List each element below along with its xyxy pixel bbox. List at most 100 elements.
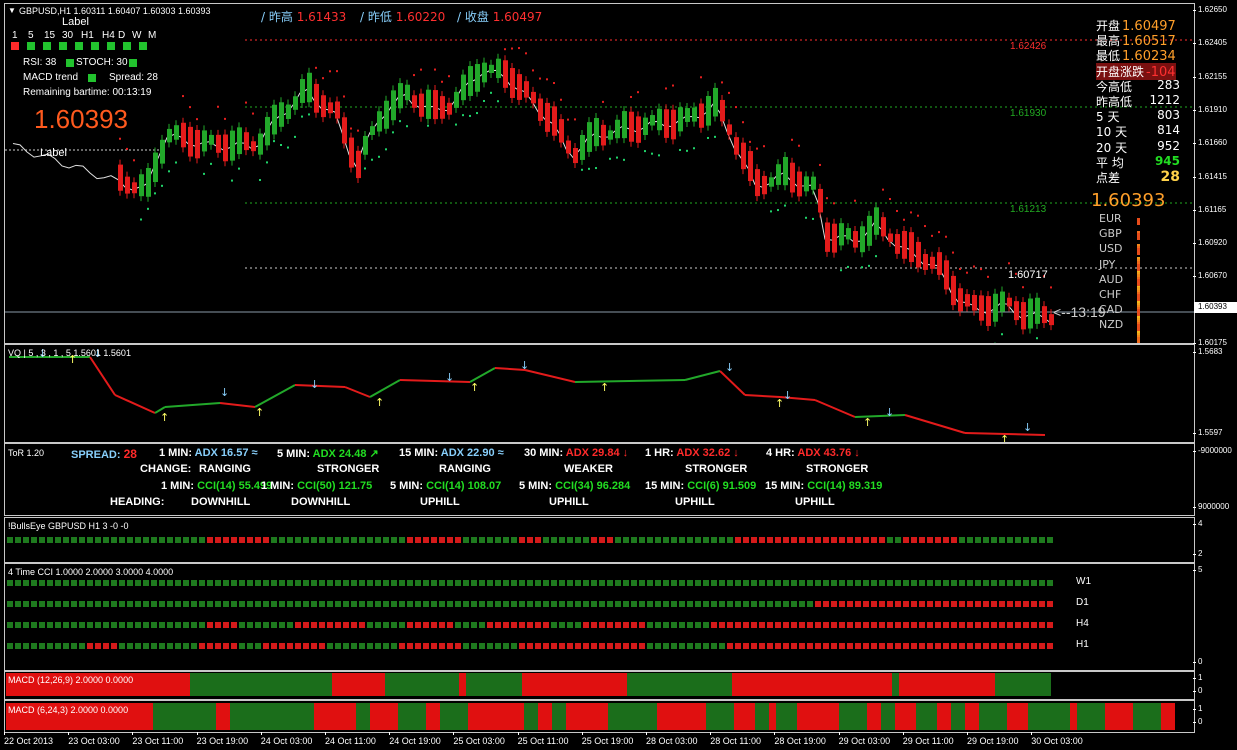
signal-dot xyxy=(895,601,901,607)
signal-dot xyxy=(943,643,949,649)
symbol-header: GBPUSD,H1 1.60311 1.60407 1.60303 1.6039… xyxy=(19,6,211,16)
info-row-label: 开盘涨跌 xyxy=(1096,64,1145,79)
candle-body xyxy=(300,79,305,103)
time-axis-label: 22 Oct 2013 xyxy=(4,732,54,746)
signal-dot xyxy=(23,580,29,586)
signal-dot xyxy=(311,601,317,607)
four-time-cci-pane[interactable]: 4 Time CCI 1.0000 2.0000 3.0000 4.0000 W… xyxy=(4,563,1195,671)
signal-dot xyxy=(127,622,133,628)
signal-dot xyxy=(71,601,77,607)
vq-indicator-pane[interactable]: ↓ ↑ ↓ ↑ ↓ ↑ ↓ ↑ ↓ ↑ ↓ ↑ ↓ ↑ ↓ ↑ ↓ ↑ ↓ VQ | 5 , 3 , 1 , 5 1… xyxy=(4,344,1195,443)
bullseye-axis[interactable]: 4 2 xyxy=(1192,517,1237,563)
sar-dot xyxy=(259,179,261,182)
info-row-label: 最低 xyxy=(1096,49,1121,64)
signal-dot xyxy=(215,601,221,607)
signal-dot xyxy=(735,643,741,649)
timeframe-label-15[interactable]: 15 xyxy=(44,30,55,41)
cci4-axis[interactable]: 5 0 xyxy=(1192,563,1237,671)
yesterday-close-label: / 收盘 xyxy=(457,10,489,24)
candle-body xyxy=(846,228,851,240)
signal-dot xyxy=(927,622,933,628)
signal-dot xyxy=(351,643,357,649)
timeframe-label-d[interactable]: D xyxy=(118,30,125,41)
main-price-chart[interactable]: ▼ GBPUSD,H1 1.60311 1.60407 1.60303 1.60… xyxy=(4,3,1195,344)
signal-dot xyxy=(663,580,669,586)
sar-dot xyxy=(868,264,870,267)
timeframe-label-1[interactable]: 1 xyxy=(12,30,18,41)
signal-dot xyxy=(159,643,165,649)
timeframe-label-w[interactable]: W xyxy=(132,30,141,41)
signal-dot xyxy=(439,601,445,607)
signal-dot xyxy=(687,622,693,628)
currency-code: USD xyxy=(1099,242,1123,256)
signal-dot xyxy=(367,622,373,628)
macd-12-26-9-pane[interactable]: MACD (12,26,9) 2.0000 0.0000 xyxy=(4,671,1195,700)
adx-cell: 1 HR: ADX 32.62 ↓ xyxy=(645,447,739,459)
signal-dot xyxy=(359,537,365,543)
signal-dot xyxy=(463,537,469,543)
signal-dot xyxy=(559,537,565,543)
signal-dot xyxy=(711,601,717,607)
candle-body xyxy=(594,117,599,147)
info-row-label: 平 均 xyxy=(1096,155,1124,170)
vq-arrow-icon: ↑ xyxy=(470,381,479,394)
candle-body xyxy=(496,58,501,79)
adx-change: RANGING xyxy=(439,463,491,475)
signal-dot xyxy=(591,601,597,607)
signal-dot xyxy=(975,622,981,628)
signal-dot xyxy=(191,580,197,586)
candle-body xyxy=(279,102,284,127)
signal-dot xyxy=(199,622,205,628)
signal-dot xyxy=(895,537,901,543)
candle-body xyxy=(706,95,711,126)
signal-dot xyxy=(1047,643,1053,649)
timeframe-label-m[interactable]: M xyxy=(148,30,156,41)
timeframe-label-h4[interactable]: H4 xyxy=(102,30,115,41)
vq-axis[interactable]: 1.5683 1.5597 xyxy=(1192,344,1237,443)
signal-dot xyxy=(151,601,157,607)
candle-body xyxy=(237,127,242,155)
currency-row-jpy: JPY xyxy=(1099,258,1140,323)
price-axis[interactable]: 1.62650 1.62405 1.62155 1.61910 1.61660 1.614… xyxy=(1192,3,1237,347)
signal-dot xyxy=(23,643,29,649)
tor-indicator-pane[interactable]: ToR 1.20 SPREAD: 28 CHANGE: HEADING: 1 M… xyxy=(4,443,1195,516)
signal-dot xyxy=(991,580,997,586)
macd-bar xyxy=(895,703,916,730)
yesterday-low-label: / 昨低 xyxy=(360,10,392,24)
signal-dot xyxy=(687,580,693,586)
signal-dot xyxy=(1015,601,1021,607)
bullseye-pane[interactable]: !BullsEye GBPUSD H1 3 -0 -0 xyxy=(4,517,1195,563)
vq-arrow-icon: ↓ xyxy=(220,386,229,399)
signal-dot xyxy=(911,601,917,607)
signal-dot xyxy=(119,580,125,586)
macd2-axis[interactable]: 1 0 xyxy=(1192,700,1237,733)
sar-dot xyxy=(497,100,499,103)
timeframe-label-h1[interactable]: H1 xyxy=(81,30,94,41)
signal-dot xyxy=(79,580,85,586)
signal-dot xyxy=(287,537,293,543)
signal-dot xyxy=(215,537,221,543)
signal-dot xyxy=(951,622,957,628)
signal-dot xyxy=(791,601,797,607)
sar-dot xyxy=(581,168,583,171)
signal-dot xyxy=(703,580,709,586)
candle-body xyxy=(531,91,536,104)
macd-6-24-3-pane[interactable]: MACD (6,24,3) 2.0000 0.0000 xyxy=(4,700,1195,733)
vq-segment xyxy=(524,369,576,383)
sar-dot xyxy=(616,156,618,159)
candle-body xyxy=(1007,297,1012,307)
signal-dot xyxy=(767,537,773,543)
tor-axis[interactable]: -9000000 9000000 xyxy=(1192,443,1237,516)
level-1-label: 1.62426 xyxy=(1010,41,1047,52)
sar-dot xyxy=(749,140,751,143)
signal-dot xyxy=(415,601,421,607)
sar-dot xyxy=(945,235,947,238)
timeframe-label-30[interactable]: 30 xyxy=(62,30,73,41)
macd1-axis[interactable]: 1 0 xyxy=(1192,671,1237,700)
signal-dot xyxy=(911,643,917,649)
signal-dot xyxy=(71,622,77,628)
timeframe-label-5[interactable]: 5 xyxy=(28,30,34,41)
signal-dot xyxy=(575,537,581,543)
chart-menu-icon[interactable]: ▼ xyxy=(8,6,16,15)
time-axis[interactable]: 22 Oct 2013 23 Oct 03:00 23 Oct 11:00 23 Oc… xyxy=(0,732,1237,750)
